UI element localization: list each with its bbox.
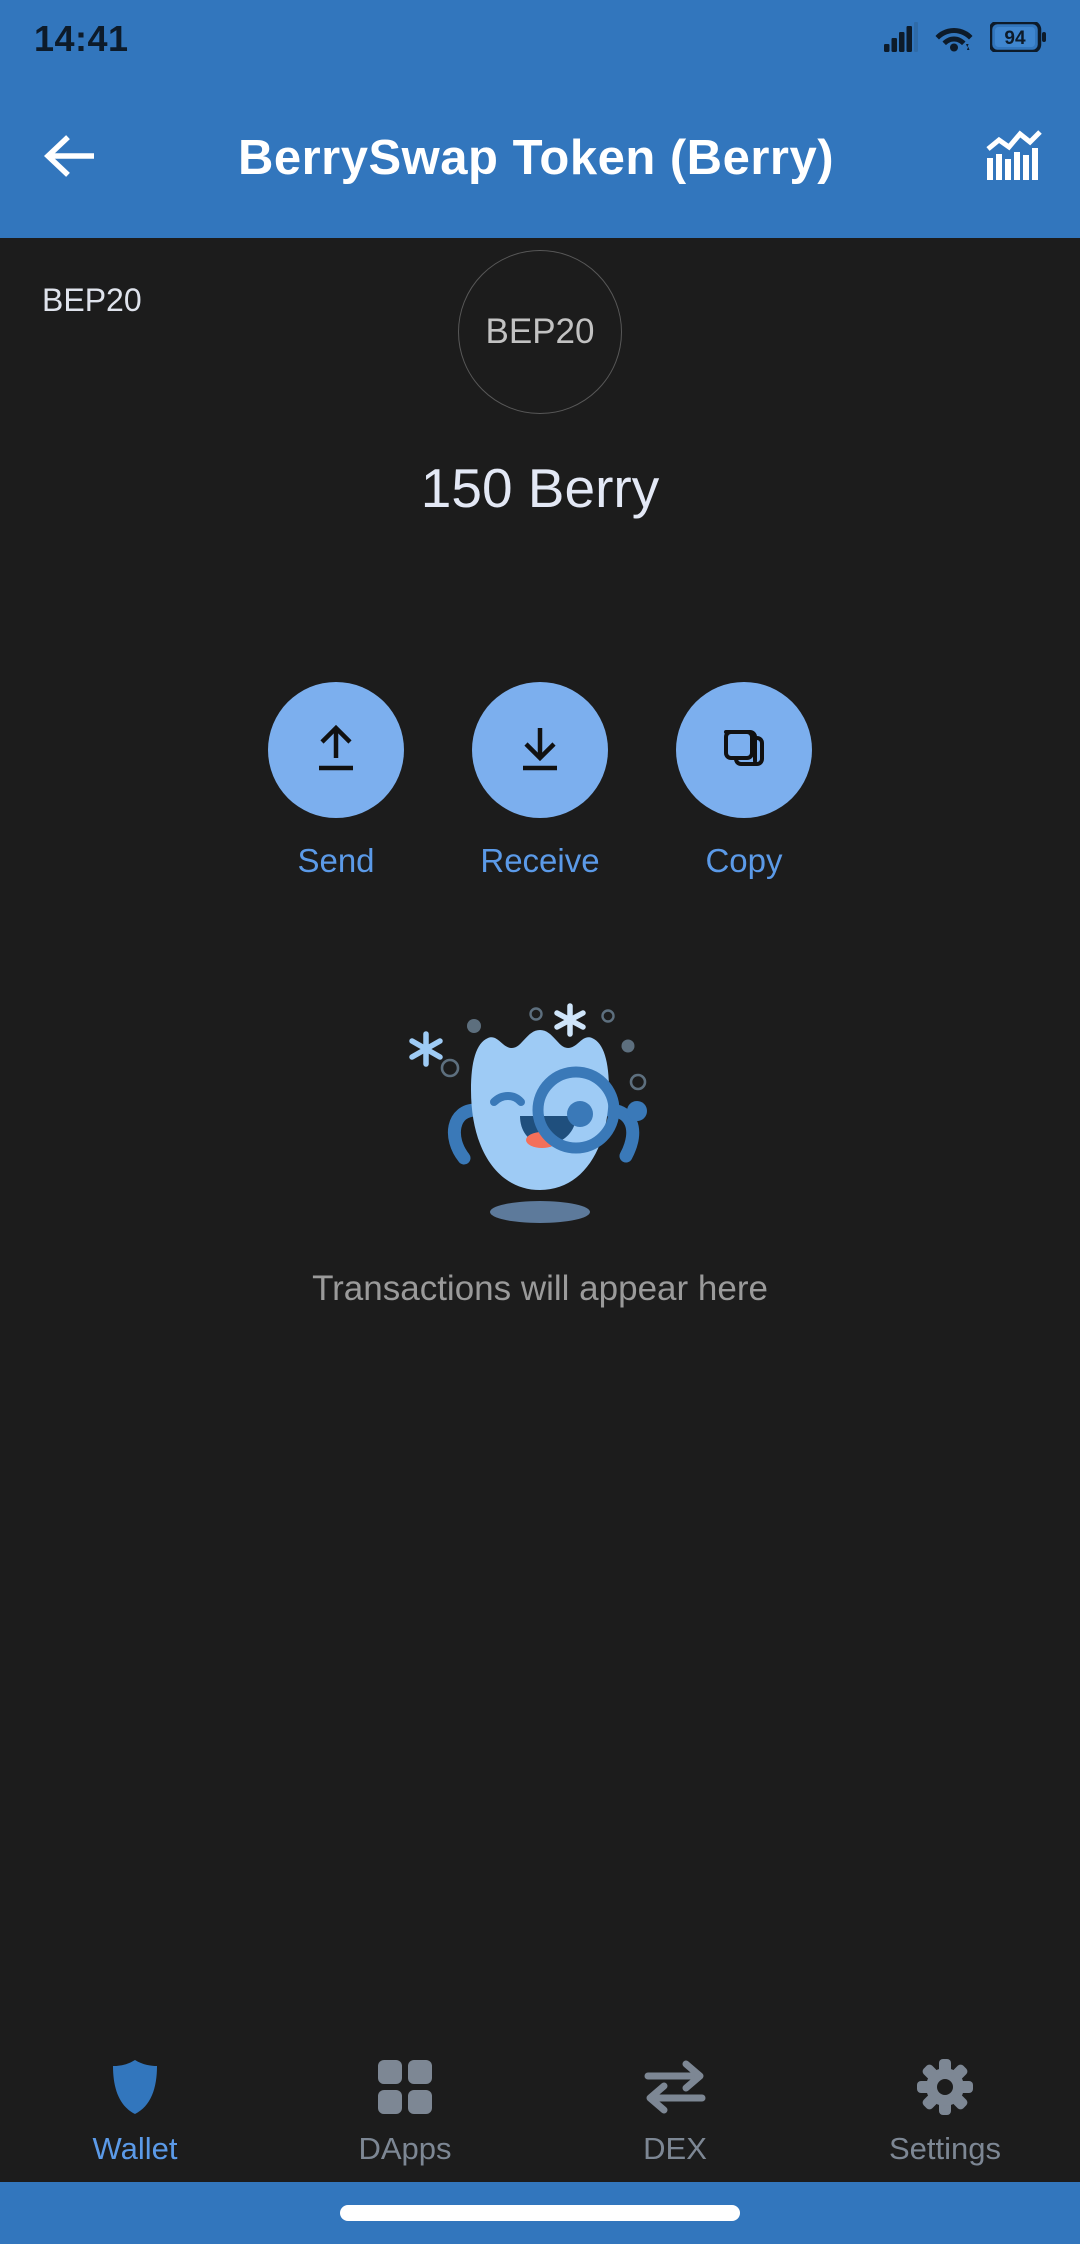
upload-arrow-icon — [304, 716, 368, 785]
gear-icon — [917, 2059, 973, 2115]
mascot-left-arm — [448, 1103, 483, 1165]
send-button-circle — [268, 682, 404, 818]
receive-button-label: Receive — [480, 842, 600, 879]
mascot-pupil — [567, 1101, 593, 1127]
copy-button[interactable]: Copy — [672, 682, 816, 880]
network-tag: BEP20 — [42, 282, 142, 318]
chart-button[interactable] — [964, 104, 1064, 212]
download-arrow-icon — [508, 716, 572, 785]
cellular-signal-icon — [884, 21, 918, 57]
empty-transactions-state: Transactions will appear here — [0, 998, 1080, 1309]
copy-squares-icon — [712, 716, 776, 785]
nav-label-dapps: DApps — [358, 2131, 452, 2166]
bottom-navigation: Wallet DApps DEX Settings — [0, 2044, 1080, 2182]
send-button[interactable]: Send — [264, 682, 408, 880]
svg-text:94: 94 — [1004, 28, 1026, 49]
nav-label-settings: Settings — [888, 2131, 1001, 2166]
nav-item-wallet[interactable]: Wallet — [0, 2059, 270, 2167]
status-clock: 14:41 — [34, 18, 129, 59]
page-title: BerrySwap Token (Berry) — [237, 131, 835, 185]
token-logo-label: BEP20 — [485, 312, 595, 351]
battery-icon: 94 — [988, 20, 1046, 57]
receive-button-circle — [472, 682, 608, 818]
phone-screen: 14:41 94 BerrySwap Token (Berry) BEP20 B… — [0, 0, 1080, 2244]
shield-icon — [109, 2059, 161, 2115]
bar-chart-icon — [985, 129, 1043, 187]
nav-item-dapps[interactable]: DApps — [270, 2059, 540, 2167]
back-arrow-icon — [43, 134, 100, 182]
wifi-icon — [935, 22, 973, 57]
send-button-label: Send — [297, 842, 375, 879]
copy-button-circle — [676, 682, 812, 818]
mascot-shadow — [490, 1201, 590, 1223]
nav-item-settings[interactable]: Settings — [810, 2059, 1080, 2167]
status-bar: 14:41 94 — [0, 0, 1080, 78]
swap-arrows-icon — [644, 2059, 706, 2115]
token-balance: 150 Berry — [420, 457, 660, 519]
receive-button[interactable]: Receive — [468, 682, 612, 880]
status-icon-group: 94 — [884, 20, 1046, 57]
action-button-row: Send Receive Copy — [264, 682, 816, 880]
copy-button-label: Copy — [705, 842, 783, 879]
token-logo: BEP20 — [458, 250, 622, 414]
nav-label-dex: DEX — [643, 2131, 707, 2166]
nav-item-dex[interactable]: DEX — [540, 2059, 810, 2167]
grid-icon — [377, 2059, 433, 2115]
empty-state-message: Transactions will appear here — [312, 1269, 768, 1308]
winking-blob-mascot-icon — [390, 998, 690, 1233]
home-indicator[interactable] — [340, 2205, 740, 2221]
system-gesture-bar — [0, 2182, 1080, 2244]
app-bar: BerrySwap Token (Berry) — [0, 78, 1080, 238]
nav-label-wallet: Wallet — [92, 2131, 178, 2166]
token-detail-content: BEP20 BEP20 150 Berry Send Receive Copy … — [0, 238, 1080, 2044]
